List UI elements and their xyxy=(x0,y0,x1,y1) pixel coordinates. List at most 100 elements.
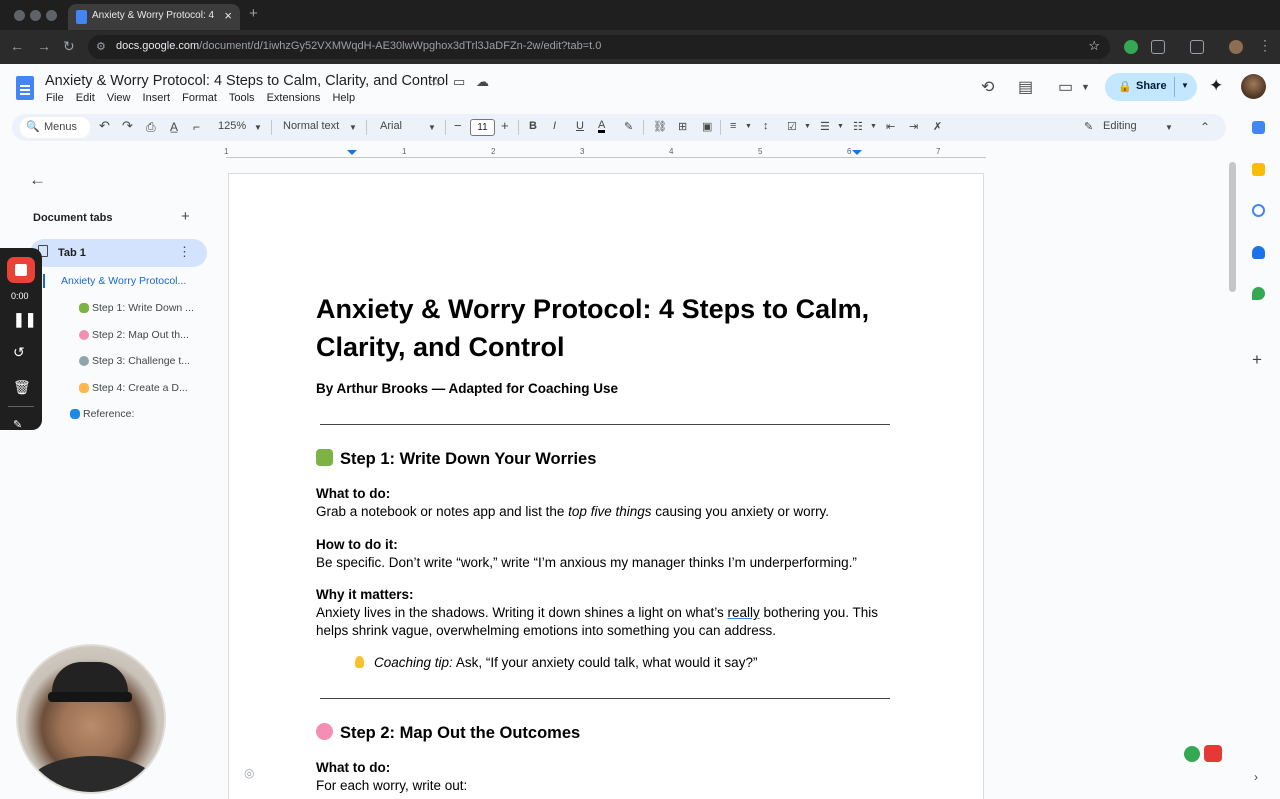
highlight-color-icon[interactable]: ✎ xyxy=(624,120,633,133)
keep-icon[interactable] xyxy=(1252,163,1265,176)
stop-recording-button[interactable] xyxy=(7,257,35,283)
decrease-indent-icon[interactable]: ⇤ xyxy=(886,120,895,133)
undo-icon[interactable]: ↶ xyxy=(99,118,110,134)
redo-icon[interactable]: ↷ xyxy=(122,118,133,134)
share-button[interactable]: 🔒 Share ▼ xyxy=(1105,73,1197,101)
notification-badge-icon[interactable] xyxy=(1204,745,1222,762)
close-outline-arrow-icon[interactable]: ← xyxy=(29,170,46,190)
docs-logo-icon[interactable] xyxy=(16,76,34,100)
outline-item-reference[interactable]: Reference: xyxy=(70,408,134,420)
webcam-overlay[interactable] xyxy=(16,644,166,794)
menu-format[interactable]: Format xyxy=(182,92,217,104)
menu-edit[interactable]: Edit xyxy=(76,92,95,104)
meet-video-icon[interactable]: ▭ xyxy=(1058,77,1073,97)
outline-item-title[interactable]: Anxiety & Worry Protocol... xyxy=(61,275,186,287)
horizontal-ruler[interactable]: 1 1 2 3 4 5 6 7 xyxy=(224,147,986,159)
menu-view[interactable]: View xyxy=(107,92,131,104)
menu-tools[interactable]: Tools xyxy=(229,92,255,104)
move-folder-icon[interactable]: ▭ xyxy=(453,74,465,90)
back-icon[interactable]: ← xyxy=(10,38,24,54)
paint-format-icon[interactable]: ⌐ xyxy=(193,120,200,134)
checklist-icon[interactable]: ☑ xyxy=(787,120,797,133)
version-history-icon[interactable]: ⟲ xyxy=(981,77,994,97)
extension-grammarly-icon[interactable] xyxy=(1124,40,1138,54)
align-icon[interactable]: ≡ xyxy=(730,120,736,132)
underline-icon[interactable]: U xyxy=(576,120,584,132)
outline-item-step-4[interactable]: Step 4: Create a D... xyxy=(79,382,188,394)
outline-item-step-2[interactable]: Step 2: Map Out th... xyxy=(79,329,189,341)
spellcheck-icon[interactable]: A̲ xyxy=(170,120,178,134)
bulleted-list-icon[interactable]: ☰ xyxy=(820,120,830,133)
increase-font-size-icon[interactable]: + xyxy=(501,118,509,133)
calendar-icon[interactable] xyxy=(1252,121,1265,134)
gemini-icon[interactable]: ✦ xyxy=(1209,76,1223,96)
maps-icon[interactable] xyxy=(1252,287,1265,300)
menu-insert[interactable]: Insert xyxy=(143,92,171,104)
menu-help[interactable]: Help xyxy=(332,92,355,104)
left-indent-marker[interactable] xyxy=(347,150,357,155)
insert-image-icon[interactable]: ▣ xyxy=(702,120,712,133)
increase-indent-icon[interactable]: ⇥ xyxy=(909,120,918,133)
close-tab-icon[interactable]: × xyxy=(224,8,232,23)
align-dropdown-icon[interactable]: ▼ xyxy=(745,123,752,130)
pause-icon[interactable]: ❚❚ xyxy=(13,311,36,328)
get-addons-plus-icon[interactable]: + xyxy=(1252,350,1262,370)
checklist-dropdown-icon[interactable]: ▼ xyxy=(804,123,811,130)
insert-link-icon[interactable]: ⛓ xyxy=(653,120,667,133)
zoom-dropdown-icon[interactable]: ▼ xyxy=(254,123,262,132)
delete-icon[interactable]: 🗑 xyxy=(13,379,31,396)
right-indent-marker[interactable] xyxy=(852,150,862,155)
browser-menu-icon[interactable]: ⋮ xyxy=(1258,37,1272,54)
tab-options-icon[interactable]: ⋮ xyxy=(178,244,191,260)
tasks-icon[interactable] xyxy=(1252,204,1265,217)
decrease-font-size-icon[interactable]: − xyxy=(454,118,462,133)
meet-dropdown-icon[interactable]: ▼ xyxy=(1081,82,1090,92)
address-bar[interactable]: ⚙ docs.google.com/document/d/1iwhzGy52VX… xyxy=(88,35,1110,59)
profile-avatar-icon[interactable] xyxy=(1229,40,1243,54)
contacts-icon[interactable] xyxy=(1252,246,1265,259)
comments-icon[interactable]: ▤ xyxy=(1018,77,1033,97)
paragraph-style-select[interactable]: Normal text xyxy=(283,120,339,132)
side-panel-icon[interactable] xyxy=(1190,40,1204,54)
grammarly-floating-icon[interactable] xyxy=(1184,746,1200,762)
outline-item-step-1[interactable]: Step 1: Write Down ... xyxy=(79,302,194,314)
text-color-icon[interactable]: A xyxy=(598,120,606,133)
show-side-panel-icon[interactable]: › xyxy=(1254,770,1258,784)
line-spacing-icon[interactable]: ↕ xyxy=(763,120,769,132)
zoom-select[interactable]: 125% xyxy=(218,120,246,132)
style-dropdown-icon[interactable]: ▼ xyxy=(349,123,357,132)
star-icon[interactable]: ☆ xyxy=(430,74,442,90)
window-minimize-button[interactable] xyxy=(30,10,41,21)
outline-item-step-3[interactable]: Step 3: Challenge t... xyxy=(79,355,190,367)
fingerprint-icon[interactable]: ◎ xyxy=(244,766,254,780)
reload-icon[interactable]: ↻ xyxy=(63,38,75,55)
bullet-dropdown-icon[interactable]: ▼ xyxy=(837,123,844,130)
restart-icon[interactable]: ↺ xyxy=(13,344,25,361)
numbered-dropdown-icon[interactable]: ▼ xyxy=(870,123,877,130)
forward-icon[interactable]: → xyxy=(37,38,51,54)
draw-icon[interactable]: ✎ xyxy=(13,418,22,431)
window-maximize-button[interactable] xyxy=(46,10,57,21)
site-info-icon[interactable]: ⚙ xyxy=(96,40,106,53)
numbered-list-icon[interactable]: ☷ xyxy=(853,120,863,133)
menu-extensions[interactable]: Extensions xyxy=(267,92,321,104)
font-size-input[interactable]: 11 xyxy=(470,119,495,136)
account-avatar[interactable] xyxy=(1241,74,1266,99)
window-close-button[interactable] xyxy=(14,10,25,21)
vertical-scrollbar[interactable] xyxy=(1229,162,1236,292)
print-icon[interactable]: ⎙ xyxy=(146,120,156,135)
bold-icon[interactable]: B xyxy=(529,120,537,132)
sidebar-tab-1[interactable]: Tab 1 ⋮ xyxy=(30,239,207,267)
bookmark-star-icon[interactable]: ☆ xyxy=(1088,38,1100,54)
browser-tab-active[interactable]: Anxiety & Worry Protocol: 4 S × xyxy=(68,4,240,30)
extension-floating-buttons[interactable] xyxy=(1184,744,1224,764)
new-tab-icon[interactable]: + xyxy=(249,5,258,22)
editing-mode-select[interactable]: ✎ Editing ▼ xyxy=(1079,117,1185,138)
document-title[interactable]: Anxiety & Worry Protocol: 4 Steps to Cal… xyxy=(45,73,448,89)
share-dropdown-icon[interactable]: ▼ xyxy=(1181,81,1189,90)
add-tab-icon[interactable]: + xyxy=(181,208,190,225)
clear-formatting-icon[interactable]: ✗ xyxy=(933,120,942,133)
font-dropdown-icon[interactable]: ▼ xyxy=(428,123,436,132)
search-menus-input[interactable]: 🔍 Menus xyxy=(20,117,90,138)
hide-menus-chevron-up-icon[interactable]: ⌃ xyxy=(1200,120,1210,134)
